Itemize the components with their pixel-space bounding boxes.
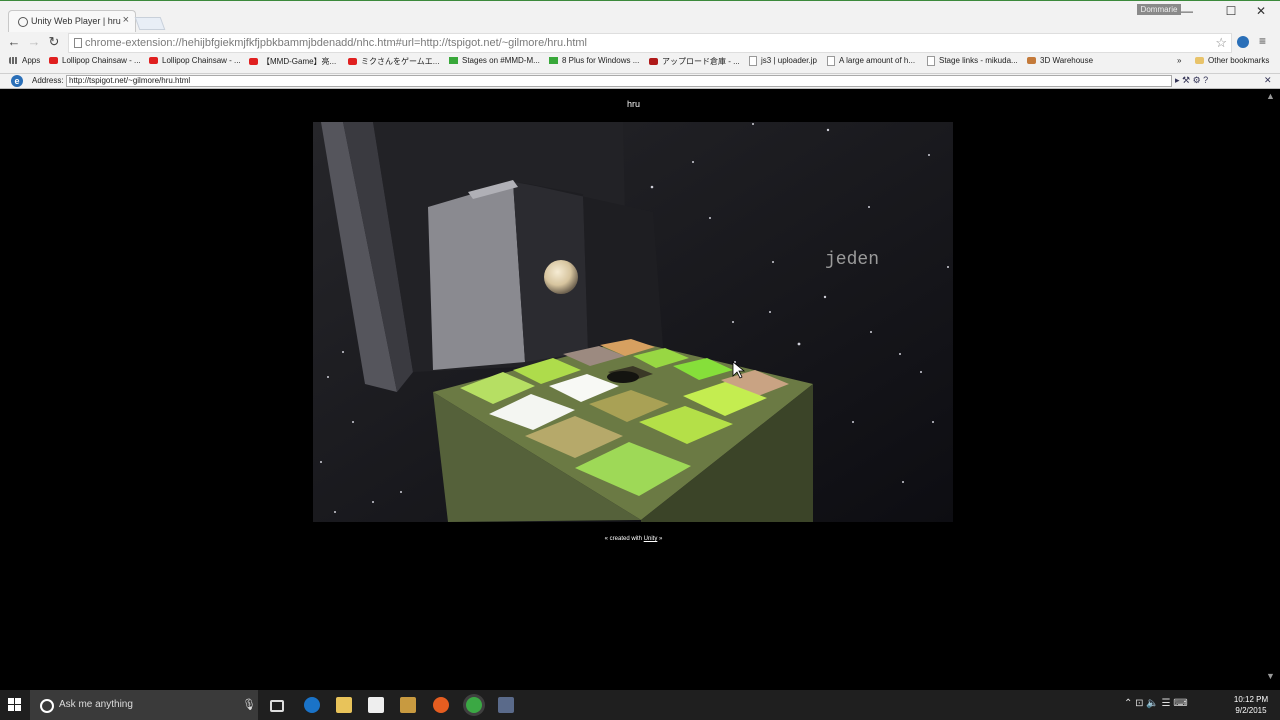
game-scene[interactable]: jeden: [313, 122, 953, 522]
bookmark-item[interactable]: アップロード倉庫 - ...: [649, 56, 740, 67]
omnibox[interactable]: chrome-extension://hehijbfgiekmjfkfjpbkb…: [68, 33, 1232, 53]
system-clock[interactable]: 10:12 PM 9/2/2015: [1230, 694, 1272, 716]
tab-close-icon[interactable]: ×: [123, 14, 129, 26]
navigation-bar: ← → ↻ chrome-extension://hehijbfgiekmjfk…: [0, 32, 1280, 54]
bookmark-star-icon[interactable]: ☆: [1215, 35, 1227, 51]
unity-game-canvas[interactable]: jeden: [313, 122, 953, 522]
ie-address-input[interactable]: http://tspigot.net/~gilmore/hru.html: [66, 75, 1172, 87]
clock-date: 9/2/2015: [1235, 706, 1267, 715]
task-view-icon[interactable]: [270, 700, 284, 712]
yahoo-icon: [649, 58, 658, 66]
cortana-icon: [40, 699, 54, 713]
page-icon: [827, 56, 835, 66]
bookmark-item[interactable]: 3D Warehouse: [1027, 56, 1093, 65]
bookmark-item[interactable]: Lollipop Chainsaw - ...: [149, 56, 241, 65]
extension-icon[interactable]: [1237, 36, 1249, 48]
minimize-button[interactable]: —: [1172, 4, 1202, 18]
created-with-unity-line: « created with Unity »: [5, 536, 1262, 542]
created-suffix: »: [657, 536, 663, 542]
search-placeholder: Ask me anything: [59, 699, 133, 710]
youtube-icon: [49, 57, 58, 65]
youtube-icon: [348, 58, 357, 66]
tab-unity-web-player[interactable]: Unity Web Player | hru ×: [8, 10, 136, 32]
page-icon: [927, 56, 935, 66]
recorder-app-icon[interactable]: [498, 697, 514, 713]
folder-icon: [1195, 57, 1204, 65]
bookmark-item[interactable]: Stages on #MMD-M...: [449, 56, 540, 65]
green-bookmark-icon: [549, 57, 558, 65]
forward-button[interactable]: →: [25, 34, 43, 49]
scroll-up-icon[interactable]: ▲: [1266, 91, 1275, 101]
bookmarks-overflow-button[interactable]: »: [1177, 56, 1181, 65]
maximize-button[interactable]: ☐: [1216, 4, 1246, 18]
apps-grid-icon: [9, 57, 18, 65]
bookmark-item[interactable]: Lollipop Chainsaw - ...: [49, 56, 141, 65]
tab-title: Unity Web Player | hru: [31, 16, 121, 26]
page-content: hru jeden « created with Unity »: [5, 89, 1262, 689]
green-bookmark-icon: [449, 57, 458, 65]
bookmark-item[interactable]: Stage links - mikuda...: [927, 56, 1018, 66]
youtube-icon: [149, 57, 158, 65]
back-button[interactable]: ←: [5, 34, 23, 49]
browser-chrome: Unity Web Player | hru × Dommarie — ☐ ✕ …: [0, 0, 1280, 89]
bookmark-item[interactable]: 【MMD-Game】亮...: [249, 56, 336, 67]
warehouse-icon: [1027, 57, 1036, 65]
created-prefix: « created with: [604, 536, 644, 542]
cortana-search-box[interactable]: Ask me anything 🎙: [30, 690, 258, 720]
url-text[interactable]: chrome-extension://hehijbfgiekmjfkfjpbkb…: [85, 37, 587, 49]
unity-link[interactable]: Unity: [644, 536, 658, 542]
tab-strip: Unity Web Player | hru × Dommarie — ☐ ✕: [0, 1, 1280, 32]
bookmark-item[interactable]: js3 | uploader.jp: [749, 56, 817, 66]
address-label: Address:: [32, 76, 64, 85]
file-explorer-icon[interactable]: [336, 697, 352, 713]
chrome-icon[interactable]: [466, 697, 482, 713]
close-window-button[interactable]: ✕: [1246, 4, 1276, 18]
new-tab-button[interactable]: [134, 17, 166, 30]
bookmark-apps[interactable]: Apps: [9, 56, 40, 65]
player-ball: [544, 260, 578, 294]
clock-time: 10:12 PM: [1233, 695, 1269, 704]
bookmarks-bar: Apps Lollipop Chainsaw - ... Lollipop Ch…: [0, 54, 1280, 71]
bookmark-item[interactable]: A large amount of h...: [827, 56, 915, 66]
reload-button[interactable]: ↻: [45, 34, 63, 50]
chrome-menu-icon[interactable]: ≡: [1259, 34, 1266, 48]
page-favicon-icon: [18, 17, 28, 27]
bookmark-item[interactable]: ミクさんをゲームエ...: [348, 56, 439, 67]
windows-taskbar: Ask me anything 🎙 ⌃ ⊡ 🔈 ☰ ⌨ 10:12 PM 9/2…: [0, 690, 1280, 720]
edge-browser-icon[interactable]: [304, 697, 320, 713]
page-icon: [749, 56, 757, 66]
windows-start-icon[interactable]: [8, 698, 22, 712]
firefox-icon[interactable]: [433, 697, 449, 713]
scroll-down-icon[interactable]: ▼: [1266, 671, 1275, 681]
jeden-overlay-text: jeden: [825, 250, 879, 270]
page-title: hru: [626, 99, 640, 109]
other-bookmarks-folder[interactable]: Other bookmarks: [1195, 56, 1269, 65]
ie-tools-icons[interactable]: ▸ ⚒ ⚙ ?: [1175, 75, 1208, 86]
ie-tab-address-bar: e Address: http://tspigot.net/~gilmore/h…: [0, 73, 1280, 89]
system-tray-icons[interactable]: ⌃ ⊡ 🔈 ☰ ⌨: [1124, 698, 1188, 709]
page-scrollbar[interactable]: ▲ ▼: [1262, 89, 1280, 689]
microphone-icon[interactable]: 🎙: [242, 698, 256, 711]
ie-logo-icon: e: [11, 75, 23, 87]
bookmark-item[interactable]: 8 Plus for Windows ...: [549, 56, 639, 65]
media-app-icon[interactable]: [400, 697, 416, 713]
youtube-icon: [249, 58, 258, 66]
ie-close-icon[interactable]: ✕: [1264, 75, 1272, 86]
page-icon: [74, 38, 82, 48]
store-icon[interactable]: [368, 697, 384, 713]
